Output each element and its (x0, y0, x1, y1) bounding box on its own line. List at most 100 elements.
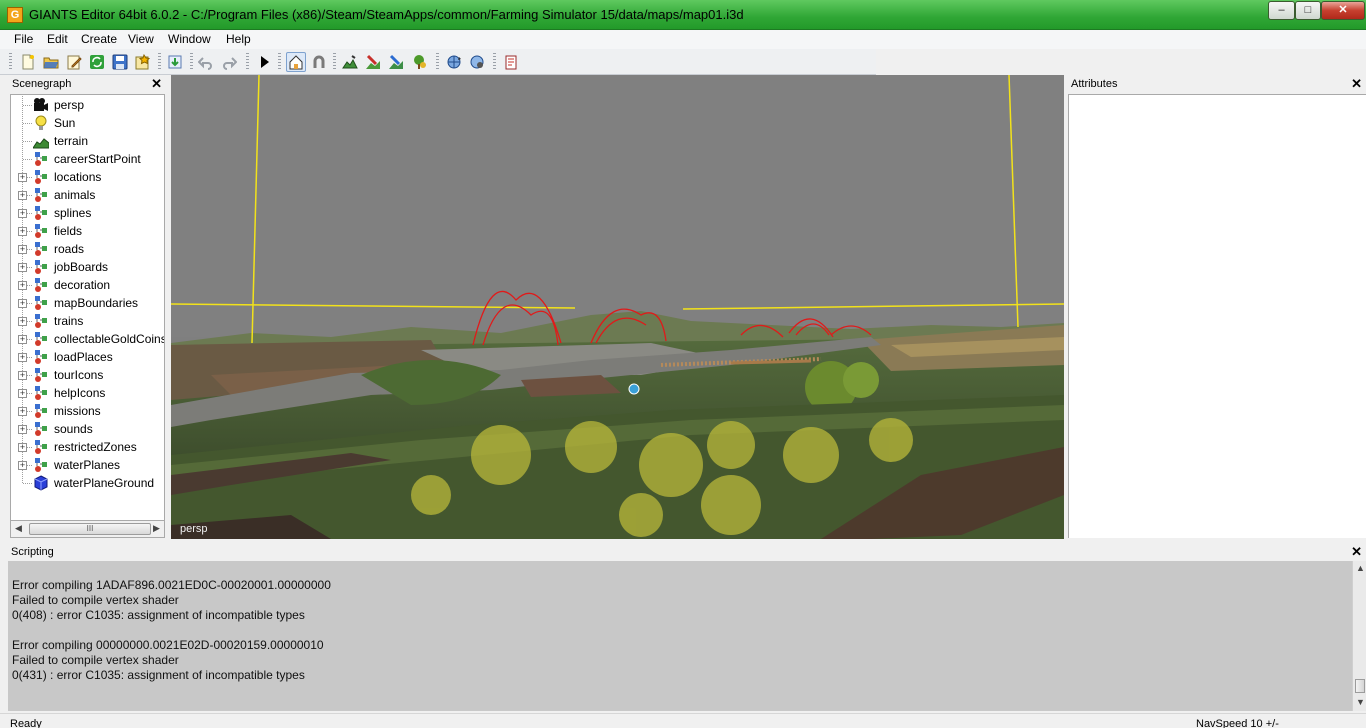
scenegraph-item-animals[interactable]: + animals (11, 186, 164, 204)
scroll-left-arrow-icon[interactable]: ◀ (15, 523, 22, 534)
settings-globe-icon[interactable] (467, 52, 487, 72)
scenegraph-item-splines[interactable]: + splines (11, 204, 164, 222)
minimize-button[interactable]: – (1268, 1, 1295, 20)
tree-paint-icon[interactable] (409, 52, 429, 72)
expand-icon[interactable]: + (18, 461, 27, 470)
scenegraph-item-missions[interactable]: + missions (11, 402, 164, 420)
toolbar-grip[interactable] (158, 53, 161, 71)
scenegraph-item-label: missions (54, 404, 101, 418)
expand-icon[interactable]: + (18, 209, 27, 218)
close-window-button[interactable]: ✕ (1321, 1, 1365, 20)
toolbar-grip[interactable] (436, 53, 439, 71)
scenegraph-close-button[interactable]: ✕ (151, 76, 162, 92)
log-line: Error compiling 00000000.0021E02D-000201… (12, 638, 324, 652)
scenegraph-item-collectableGoldCoins[interactable]: + collectableGoldCoins (11, 330, 164, 348)
toolbar-grip[interactable] (246, 53, 249, 71)
new-file-icon[interactable] (18, 52, 38, 72)
attributes-panel[interactable] (1068, 94, 1366, 538)
scenegraph-item-trains[interactable]: + trains (11, 312, 164, 330)
terrain-paint-icon[interactable] (363, 52, 383, 72)
terrain-sculpt-icon[interactable] (340, 52, 360, 72)
scenegraph-item-sounds[interactable]: + sounds (11, 420, 164, 438)
scenegraph-item-mapBoundaries[interactable]: + mapBoundaries (11, 294, 164, 312)
menu-window[interactable]: Window (168, 32, 211, 46)
scenegraph-item-label: waterPlaneGround (54, 476, 155, 490)
scenegraph-item-persp[interactable]: persp (11, 96, 164, 114)
save-icon[interactable] (110, 52, 130, 72)
redo-icon[interactable] (219, 52, 239, 72)
expand-icon[interactable]: + (18, 425, 27, 434)
expand-icon[interactable]: + (18, 443, 27, 452)
scroll-thumb[interactable]: III (29, 523, 151, 535)
expand-icon[interactable]: + (18, 191, 27, 200)
foliage-paint-icon[interactable] (386, 52, 406, 72)
scenegraph-tree[interactable]: persp Sun terrain careerStartPoint + location… (10, 94, 165, 521)
scenegraph-item-waterPlanes[interactable]: + waterPlanes (11, 456, 164, 474)
save-as-icon[interactable] (133, 52, 153, 72)
expand-icon[interactable]: + (18, 335, 27, 344)
expand-icon[interactable]: + (18, 245, 27, 254)
scenegraph-item-decoration[interactable]: + decoration (11, 276, 164, 294)
toolbar-grip[interactable] (333, 53, 336, 71)
menu-file[interactable]: File (14, 32, 33, 46)
attributes-close-button[interactable]: ✕ (1351, 76, 1362, 92)
scroll-up-arrow-icon[interactable]: ▲ (1356, 563, 1365, 573)
expand-icon[interactable]: + (18, 281, 27, 290)
menu-help[interactable]: Help (226, 32, 251, 46)
scenegraph-item-Sun[interactable]: Sun (11, 114, 164, 132)
scenegraph-item-loadPlaces[interactable]: + loadPlaces (11, 348, 164, 366)
expand-icon[interactable]: + (18, 371, 27, 380)
expand-icon[interactable]: + (18, 173, 27, 182)
menu-create[interactable]: Create (81, 32, 117, 46)
expand-icon[interactable]: + (18, 389, 27, 398)
scenegraph-item-restrictedZones[interactable]: + restrictedZones (11, 438, 164, 456)
script-icon[interactable] (501, 52, 521, 72)
rotate-globe-icon[interactable] (444, 52, 464, 72)
scenegraph-item-careerStartPoint[interactable]: careerStartPoint (11, 150, 164, 168)
scenegraph-item-label: animals (54, 188, 96, 202)
edit-note-icon[interactable] (64, 52, 84, 72)
maximize-button[interactable]: □ (1295, 1, 1321, 20)
menu-view[interactable]: View (128, 32, 154, 46)
scenegraph-item-jobBoards[interactable]: + jobBoards (11, 258, 164, 276)
scripting-close-button[interactable]: ✕ (1351, 544, 1362, 560)
expand-icon[interactable]: + (18, 407, 27, 416)
scenegraph-item-roads[interactable]: + roads (11, 240, 164, 258)
scenegraph-item-terrain[interactable]: terrain (11, 132, 164, 150)
expand-icon[interactable]: + (18, 317, 27, 326)
import-icon[interactable] (165, 52, 185, 72)
scroll-down-arrow-icon[interactable]: ▼ (1356, 697, 1365, 707)
transform-group-icon (33, 169, 49, 185)
expand-icon[interactable]: + (18, 353, 27, 362)
scenegraph-item-locations[interactable]: + locations (11, 168, 164, 186)
scenegraph-horizontal-scrollbar[interactable]: ◀ III ▶ (10, 521, 165, 538)
toolbar-grip[interactable] (278, 53, 281, 71)
undo-icon[interactable] (196, 52, 216, 72)
transform-group-icon (33, 259, 49, 275)
home-camera-icon[interactable] (286, 52, 306, 72)
scenegraph-item-tourIcons[interactable]: + tourIcons (11, 366, 164, 384)
scroll-right-arrow-icon[interactable]: ▶ (153, 523, 160, 534)
scenegraph-item-helpIcons[interactable]: + helpIcons (11, 384, 164, 402)
toolbar-grip[interactable] (493, 53, 496, 71)
3d-viewport[interactable]: persp (171, 75, 1064, 539)
scenegraph-item-waterPlaneGround[interactable]: waterPlaneGround (11, 474, 164, 492)
toolbar-grip[interactable] (9, 53, 12, 71)
expand-icon[interactable]: + (18, 263, 27, 272)
refresh-icon[interactable] (87, 52, 107, 72)
scenegraph-item-label: restrictedZones (54, 440, 137, 454)
expand-icon[interactable]: + (18, 227, 27, 236)
scripting-log[interactable]: Error compiling 1ADAF896.0021ED0C-000200… (8, 561, 1352, 711)
menu-edit[interactable]: Edit (47, 32, 68, 46)
transform-group-icon (33, 223, 49, 239)
expand-icon[interactable]: + (18, 299, 27, 308)
play-icon[interactable] (254, 52, 274, 72)
scenegraph-item-fields[interactable]: + fields (11, 222, 164, 240)
transform-group-icon (33, 331, 49, 347)
toolbar (0, 49, 876, 75)
toolbar-grip[interactable] (190, 53, 193, 71)
scripting-vertical-scrollbar[interactable]: ▲ ▼ (1352, 561, 1366, 711)
magnet-icon[interactable] (309, 52, 329, 72)
open-folder-icon[interactable] (41, 52, 61, 72)
scripting-scroll-thumb[interactable] (1355, 679, 1365, 693)
